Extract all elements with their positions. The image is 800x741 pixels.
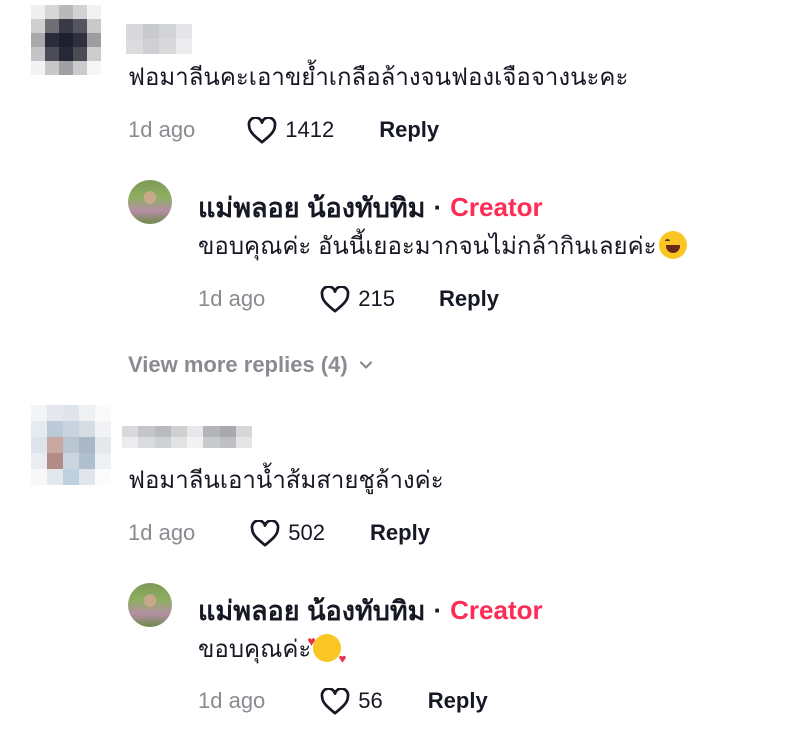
creator-reply-text: ขอบคุณค่ะ xyxy=(198,626,346,674)
creator-avatar[interactable] xyxy=(128,180,172,224)
face-with-tears-of-joy-icon xyxy=(658,231,687,259)
reply-button[interactable]: Reply xyxy=(370,520,430,546)
creator-reply-meta: 1d ago 215 Reply xyxy=(198,284,499,314)
creator-badge: Creator xyxy=(450,192,543,222)
comment-time: 1d ago xyxy=(198,286,266,311)
like-button[interactable]: 215 xyxy=(320,285,396,313)
like-count: 502 xyxy=(288,520,326,545)
creator-reply-text: ขอบคุณค่ะ อันนี้เยอะมากจนไม่กล้ากินเลยค่… xyxy=(198,231,687,262)
creator-badge: Creator xyxy=(450,595,543,625)
comment-time: 1d ago xyxy=(198,688,266,713)
comment-meta: 1d ago 1412 Reply xyxy=(128,115,439,145)
heart-icon xyxy=(320,687,350,715)
comment-text: ฟอมาลีนเอาน้ำส้มสายชูล้างค่ะ xyxy=(128,467,444,494)
like-button[interactable]: 56 xyxy=(320,687,383,715)
separator-dot: · xyxy=(433,595,443,625)
like-count: 1412 xyxy=(285,117,335,142)
creator-avatar[interactable] xyxy=(128,583,172,627)
view-more-replies-button[interactable]: View more replies (4) xyxy=(128,350,374,380)
commenter-username-blurred[interactable] xyxy=(126,24,192,54)
comment-time: 1d ago xyxy=(128,520,196,545)
creator-header: แม่พลอย น้องทับทิม · Creator xyxy=(198,186,543,229)
creator-reply-text-content: ขอบคุณค่ะ xyxy=(198,636,312,663)
comment-meta: 1d ago 502 Reply xyxy=(128,518,430,548)
heart-icon xyxy=(247,116,277,144)
like-count: 215 xyxy=(358,286,396,311)
reply-button[interactable]: Reply xyxy=(428,688,488,714)
heart-icon xyxy=(320,285,350,313)
like-count: 56 xyxy=(358,688,383,713)
reply-button[interactable]: Reply xyxy=(379,117,439,143)
commenter-username-blurred[interactable] xyxy=(122,426,252,448)
like-button[interactable]: 502 xyxy=(250,519,326,547)
view-more-label: View more replies (4) xyxy=(128,352,348,377)
creator-header: แม่พลอย น้องทับทิม · Creator xyxy=(198,589,543,632)
chevron-down-icon xyxy=(359,361,372,369)
creator-reply-text-content: ขอบคุณค่ะ อันนี้เยอะมากจนไม่กล้ากินเลยค่… xyxy=(198,233,657,260)
comment-time: 1d ago xyxy=(128,117,196,142)
comment-text: ฟอมาลีนคะเอาขย้ำเกลือล้างจนฟองเจือจางนะค… xyxy=(128,64,629,91)
commenter-avatar-blurred[interactable] xyxy=(31,405,111,485)
heart-icon xyxy=(250,519,280,547)
creator-name[interactable]: แม่พลอย น้องทับทิม xyxy=(198,186,425,229)
creator-reply-meta: 1d ago 56 Reply xyxy=(198,686,488,716)
smiling-face-with-hearts-icon xyxy=(307,626,346,674)
separator-dot: · xyxy=(433,192,443,222)
commenter-avatar-blurred[interactable] xyxy=(31,5,101,75)
like-button[interactable]: 1412 xyxy=(247,116,335,144)
reply-button[interactable]: Reply xyxy=(439,286,499,312)
